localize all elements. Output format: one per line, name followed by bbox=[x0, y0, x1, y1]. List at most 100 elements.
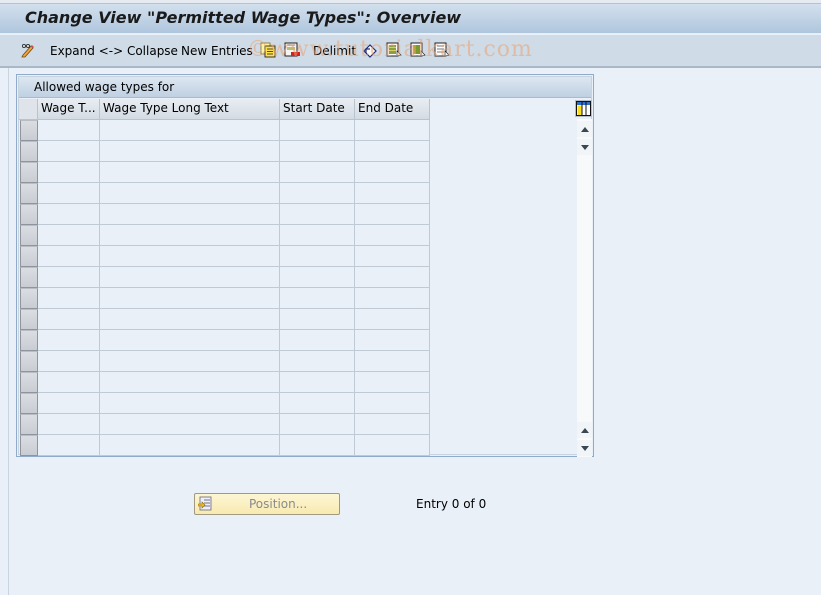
table-cell-start-date[interactable] bbox=[280, 225, 355, 246]
table-cell-long-text[interactable] bbox=[100, 435, 280, 456]
undo-change-icon[interactable] bbox=[362, 42, 378, 58]
row-selector-button[interactable] bbox=[20, 204, 38, 225]
scroll-down-button[interactable] bbox=[577, 139, 592, 155]
table-cell-start-date[interactable] bbox=[280, 330, 355, 351]
expand-collapse-button[interactable]: Expand <-> Collapse bbox=[50, 35, 178, 66]
table-cell-long-text[interactable] bbox=[100, 393, 280, 414]
table-cell-end-date[interactable] bbox=[355, 393, 430, 414]
table-cell-start-date[interactable] bbox=[280, 372, 355, 393]
table-cell-long-text[interactable] bbox=[100, 120, 280, 141]
select-all-rows-button[interactable] bbox=[19, 99, 38, 120]
table-cell-long-text[interactable] bbox=[100, 225, 280, 246]
table-cell-long-text[interactable] bbox=[100, 414, 280, 435]
table-cell-start-date[interactable] bbox=[280, 435, 355, 456]
row-selector-button[interactable] bbox=[20, 162, 38, 183]
table-cell-start-date[interactable] bbox=[280, 351, 355, 372]
table-cell-wage-type[interactable] bbox=[38, 309, 100, 330]
table-cell-wage-type[interactable] bbox=[38, 267, 100, 288]
table-cell-start-date[interactable] bbox=[280, 288, 355, 309]
position-button[interactable]: Position... bbox=[194, 493, 340, 515]
vertical-scrollbar[interactable] bbox=[577, 119, 592, 457]
row-selector-button[interactable] bbox=[20, 372, 38, 393]
table-cell-end-date[interactable] bbox=[355, 246, 430, 267]
row-selector-button[interactable] bbox=[20, 330, 38, 351]
delimit-button[interactable]: Delimit bbox=[313, 35, 356, 66]
table-cell-wage-type[interactable] bbox=[38, 372, 100, 393]
table-cell-wage-type[interactable] bbox=[38, 162, 100, 183]
row-selector-button[interactable] bbox=[20, 414, 38, 435]
table-cell-end-date[interactable] bbox=[355, 204, 430, 225]
table-cell-end-date[interactable] bbox=[355, 372, 430, 393]
row-selector-button[interactable] bbox=[20, 288, 38, 309]
table-cell-long-text[interactable] bbox=[100, 162, 280, 183]
table-cell-long-text[interactable] bbox=[100, 204, 280, 225]
row-selector-button[interactable] bbox=[20, 393, 38, 414]
table-cell-end-date[interactable] bbox=[355, 309, 430, 330]
table-cell-long-text[interactable] bbox=[100, 372, 280, 393]
table-cell-start-date[interactable] bbox=[280, 141, 355, 162]
table-cell-long-text[interactable] bbox=[100, 267, 280, 288]
row-selector-button[interactable] bbox=[20, 435, 38, 456]
row-selector-button[interactable] bbox=[20, 267, 38, 288]
table-cell-long-text[interactable] bbox=[100, 330, 280, 351]
copy-as-icon[interactable] bbox=[260, 42, 276, 58]
table-cell-start-date[interactable] bbox=[280, 120, 355, 141]
new-entries-button[interactable]: New Entries bbox=[181, 35, 253, 66]
table-cell-wage-type[interactable] bbox=[38, 330, 100, 351]
table-cell-wage-type[interactable] bbox=[38, 141, 100, 162]
row-selector-button[interactable] bbox=[20, 246, 38, 267]
select-block-icon[interactable] bbox=[410, 42, 426, 58]
table-cell-start-date[interactable] bbox=[280, 267, 355, 288]
table-cell-end-date[interactable] bbox=[355, 267, 430, 288]
table-cell-wage-type[interactable] bbox=[38, 414, 100, 435]
table-cell-end-date[interactable] bbox=[355, 225, 430, 246]
row-selector-button[interactable] bbox=[20, 225, 38, 246]
column-header-long-text[interactable]: Wage Type Long Text bbox=[100, 99, 280, 120]
table-cell-wage-type[interactable] bbox=[38, 183, 100, 204]
row-selector-button[interactable] bbox=[20, 120, 38, 141]
table-cell-end-date[interactable] bbox=[355, 141, 430, 162]
table-cell-long-text[interactable] bbox=[100, 183, 280, 204]
table-cell-wage-type[interactable] bbox=[38, 120, 100, 141]
table-cell-long-text[interactable] bbox=[100, 351, 280, 372]
table-cell-start-date[interactable] bbox=[280, 393, 355, 414]
table-cell-start-date[interactable] bbox=[280, 162, 355, 183]
table-cell-end-date[interactable] bbox=[355, 288, 430, 309]
table-cell-long-text[interactable] bbox=[100, 141, 280, 162]
table-cell-long-text[interactable] bbox=[100, 246, 280, 267]
table-cell-start-date[interactable] bbox=[280, 309, 355, 330]
scroll-up-button[interactable] bbox=[577, 121, 592, 137]
table-settings-button[interactable] bbox=[575, 100, 592, 117]
table-cell-start-date[interactable] bbox=[280, 204, 355, 225]
table-cell-wage-type[interactable] bbox=[38, 225, 100, 246]
row-selector-button[interactable] bbox=[20, 183, 38, 204]
deselect-all-icon[interactable] bbox=[434, 42, 450, 58]
table-cell-end-date[interactable] bbox=[355, 162, 430, 183]
table-cell-long-text[interactable] bbox=[100, 288, 280, 309]
table-cell-end-date[interactable] bbox=[355, 351, 430, 372]
table-cell-end-date[interactable] bbox=[355, 183, 430, 204]
table-cell-wage-type[interactable] bbox=[38, 204, 100, 225]
table-cell-end-date[interactable] bbox=[355, 414, 430, 435]
table-cell-wage-type[interactable] bbox=[38, 288, 100, 309]
delete-icon[interactable] bbox=[284, 42, 300, 58]
display-change-icon[interactable] bbox=[20, 42, 36, 58]
table-cell-start-date[interactable] bbox=[280, 414, 355, 435]
column-header-end-date[interactable]: End Date bbox=[355, 99, 430, 120]
row-selector-button[interactable] bbox=[20, 309, 38, 330]
table-cell-wage-type[interactable] bbox=[38, 435, 100, 456]
scroll-page-down-button[interactable] bbox=[577, 440, 592, 456]
column-header-wage-type[interactable]: Wage T... bbox=[38, 99, 100, 120]
table-cell-end-date[interactable] bbox=[355, 435, 430, 456]
select-all-icon[interactable] bbox=[386, 42, 402, 58]
table-cell-start-date[interactable] bbox=[280, 183, 355, 204]
row-selector-button[interactable] bbox=[20, 141, 38, 162]
table-cell-long-text[interactable] bbox=[100, 309, 280, 330]
table-cell-wage-type[interactable] bbox=[38, 393, 100, 414]
table-cell-end-date[interactable] bbox=[355, 120, 430, 141]
column-header-start-date[interactable]: Start Date bbox=[280, 99, 355, 120]
table-cell-wage-type[interactable] bbox=[38, 351, 100, 372]
scroll-page-up-button[interactable] bbox=[577, 422, 592, 438]
table-cell-start-date[interactable] bbox=[280, 246, 355, 267]
table-cell-end-date[interactable] bbox=[355, 330, 430, 351]
